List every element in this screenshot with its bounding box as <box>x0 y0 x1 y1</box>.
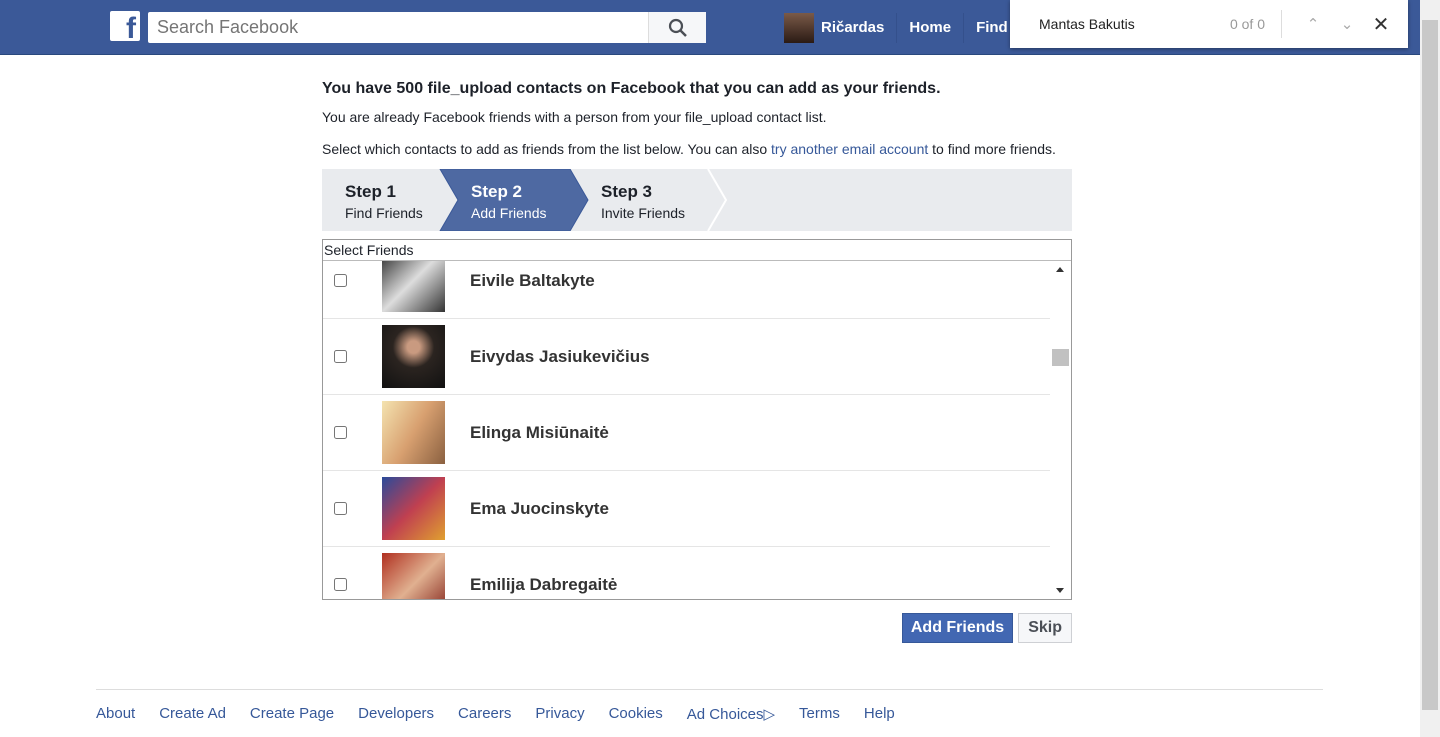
divider <box>896 12 898 43</box>
scrollbar-thumb[interactable] <box>1052 349 1069 366</box>
home-link[interactable]: Home <box>909 19 951 36</box>
ad-choices-icon: ▷ <box>763 706 776 723</box>
step-3: Step 3 Invite Friends <box>578 169 685 231</box>
page-scrollbar[interactable] <box>1420 0 1440 737</box>
scroll-up-icon[interactable] <box>1056 267 1064 272</box>
friend-name: Eivydas Jasiukevičius <box>470 346 650 366</box>
info-text: You are already Facebook friends with a … <box>322 109 827 125</box>
step-label: Add Friends <box>471 205 547 221</box>
facebook-logo[interactable]: f <box>110 11 140 41</box>
footer-link-cookies[interactable]: Cookies <box>609 705 663 723</box>
friend-checkbox[interactable] <box>334 578 347 591</box>
list-item: Elinga Misiūnaitė <box>323 395 1050 471</box>
chevron-down-icon[interactable]: ⌄ <box>1330 15 1364 33</box>
step-progress: Step 1 Find Friends Step 2 Add Friends Ste… <box>322 169 1072 231</box>
friend-name: Eivile Baltakyte <box>470 270 595 290</box>
search-icon <box>668 18 687 37</box>
footer-link-create-page[interactable]: Create Page <box>250 705 334 723</box>
list-item: Eivydas Jasiukevičius <box>323 319 1050 395</box>
divider <box>963 12 965 43</box>
list-item: Ema Juocinskyte <box>323 471 1050 547</box>
step-2: Step 2 Add Friends <box>448 169 546 231</box>
friend-photo <box>382 401 445 464</box>
profile-link[interactable]: Ričardas <box>821 19 884 36</box>
main-content: You have 500 file_upload contacts on Fac… <box>322 80 1072 643</box>
list-header: Select Friends <box>323 240 1071 261</box>
list-item: Eivile Baltakyte <box>323 261 1050 319</box>
action-buttons: Add Friends Skip <box>322 613 1072 643</box>
friend-name: Ema Juocinskyte <box>470 498 609 518</box>
footer-link-help[interactable]: Help <box>864 705 895 723</box>
list-item: Emilija Dabregaitė <box>323 547 1050 599</box>
step-1: Step 1 Find Friends <box>322 169 423 231</box>
search-button[interactable] <box>648 12 706 43</box>
top-nav: Ričardas Home Find Fr <box>784 12 1027 43</box>
footer-link-careers[interactable]: Careers <box>458 705 511 723</box>
step-title: Step 1 <box>345 182 397 201</box>
instructions: Select which contacts to add as friends … <box>322 139 1072 159</box>
list-scrollbar[interactable] <box>1050 261 1071 599</box>
friend-photo <box>382 553 445 599</box>
friend-name: Emilija Dabregaitė <box>470 574 618 594</box>
add-friends-button[interactable]: Add Friends <box>901 613 1014 643</box>
find-input[interactable]: Mantas Bakutis <box>1039 16 1230 32</box>
friend-checkbox[interactable] <box>334 274 347 287</box>
footer: About Create Ad Create Page Developers C… <box>96 689 1323 723</box>
friend-checkbox[interactable] <box>334 350 347 363</box>
instructions-text: to find more friends. <box>928 141 1056 157</box>
step-arrows <box>439 169 728 231</box>
another-email-link[interactable]: try another email account <box>771 141 928 157</box>
footer-link-about[interactable]: About <box>96 705 135 723</box>
footer-link-create-ad[interactable]: Create Ad <box>159 705 226 723</box>
friends-list: Select Friends Eivile Baltakyte Eivydas … <box>322 239 1072 600</box>
divider <box>1281 10 1282 38</box>
step-title: Step 3 <box>601 182 653 201</box>
find-in-page-bar: Mantas Bakutis 0 of 0 ⌃ ⌄ ✕ <box>1010 0 1408 48</box>
friend-photo <box>382 477 445 540</box>
footer-link-terms[interactable]: Terms <box>799 705 840 723</box>
search-input[interactable] <box>148 12 648 43</box>
search-box <box>148 12 706 43</box>
scrollbar-thumb[interactable] <box>1422 20 1438 710</box>
step-label: Find Friends <box>345 205 423 221</box>
step-label: Invite Friends <box>601 205 686 221</box>
friend-name: Elinga Misiūnaitė <box>470 422 609 442</box>
close-icon[interactable]: ✕ <box>1364 12 1398 37</box>
instructions-text: Select which contacts to add as friends … <box>322 141 772 157</box>
footer-link-ad-choices[interactable]: Ad Choices <box>687 706 764 723</box>
skip-button[interactable]: Skip <box>1018 613 1072 643</box>
friends-rows: Eivile Baltakyte Eivydas Jasiukevičius E… <box>323 261 1071 599</box>
page-title: You have 500 file_upload contacts on Fac… <box>322 80 941 97</box>
footer-ad-choices[interactable]: Ad Choices▷ <box>687 705 775 723</box>
chevron-up-icon[interactable]: ⌃ <box>1296 15 1330 33</box>
friend-photo <box>382 261 445 312</box>
friend-checkbox[interactable] <box>334 502 347 515</box>
footer-link-developers[interactable]: Developers <box>358 705 434 723</box>
scroll-down-icon[interactable] <box>1056 588 1064 593</box>
find-count: 0 of 0 <box>1229 16 1265 32</box>
friend-photo <box>382 325 445 388</box>
friend-checkbox[interactable] <box>334 426 347 439</box>
avatar[interactable] <box>784 12 814 43</box>
footer-link-privacy[interactable]: Privacy <box>535 705 584 723</box>
step-title: Step 2 <box>471 182 523 201</box>
